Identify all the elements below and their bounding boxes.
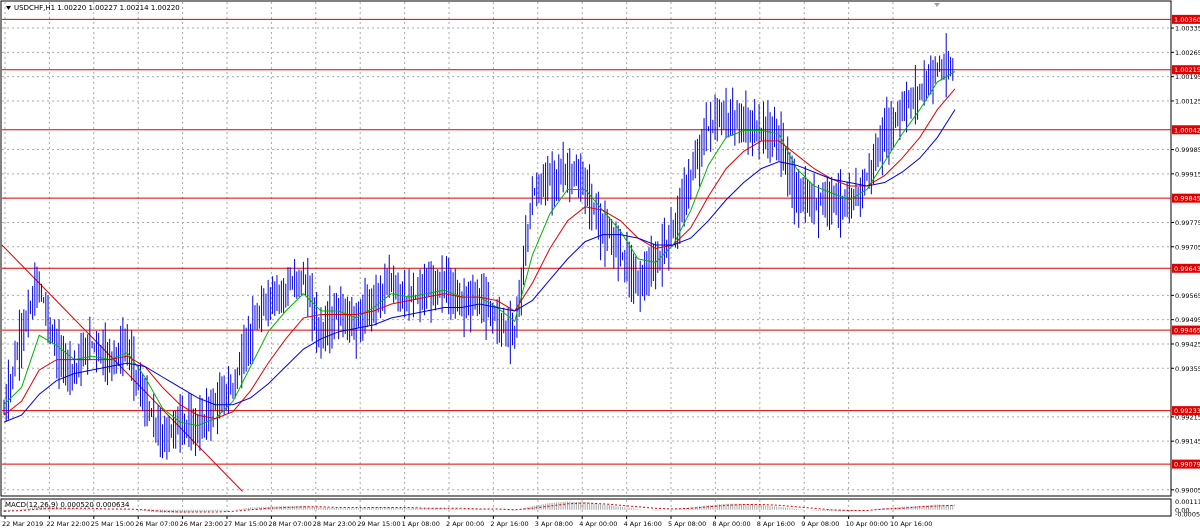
y-tick-label: 0.99355 [1175, 365, 1200, 373]
macd-label: MACD(12,26,9) 0.000520 0.000634 [5, 501, 130, 509]
y-tick-label: 0.99915 [1175, 170, 1200, 178]
y-tick-label: 0.99495 [1175, 316, 1200, 324]
x-tick-label: 10 Apr 16:00 [890, 520, 932, 528]
x-tick-label: 26 Mar 23:00 [180, 520, 223, 528]
level-label: 0.99845 [1174, 195, 1200, 203]
level-label: 1.00360 [1174, 16, 1200, 24]
x-tick-label: 8 Apr 16:00 [757, 520, 795, 528]
y-tick-label: 0.99215 [1175, 413, 1200, 421]
x-tick-label: 25 Mar 15:00 [91, 520, 134, 528]
level-label: 0.99079 [1174, 461, 1200, 469]
x-tick-label: 3 Apr 08:00 [535, 520, 573, 528]
y-tick-label: 1.00265 [1175, 49, 1200, 57]
x-tick-label: 2 Apr 16:00 [490, 520, 528, 528]
y-tick-label: 1.00195 [1175, 73, 1200, 81]
macd-tick-label: -0.00059 [1175, 511, 1200, 519]
trading-chart[interactable]: 1.003601.002151.000420.998450.996430.994… [0, 0, 1200, 531]
level-label: 1.00042 [1174, 126, 1200, 134]
x-tick-label: 27 Mar 15:00 [224, 520, 267, 528]
macd-tick-label: 0.001114 [1175, 498, 1200, 506]
x-tick-label: 9 Apr 08:00 [801, 520, 839, 528]
symbol-info: USDCHF,H1 1.00220 1.00227 1.00214 1.0022… [14, 4, 180, 12]
x-tick-label: 2 Apr 00:00 [446, 520, 484, 528]
y-tick-label: 1.00125 [1175, 97, 1200, 105]
x-tick-label: 8 Apr 00:00 [712, 520, 750, 528]
y-tick-label: 0.99985 [1175, 146, 1200, 154]
level-label: 0.99465 [1174, 327, 1200, 335]
y-tick-label: 0.99425 [1175, 340, 1200, 348]
x-tick-label: 5 Apr 08:00 [668, 520, 706, 528]
x-tick-label: 1 Apr 08:00 [402, 520, 440, 528]
x-tick-label: 28 Mar 23:00 [313, 520, 356, 528]
y-tick-label: 1.00335 [1175, 25, 1200, 33]
level-label: 0.99643 [1174, 265, 1200, 273]
x-tick-label: 26 Mar 07:00 [135, 520, 178, 528]
y-tick-label: 0.99565 [1175, 292, 1200, 300]
x-tick-label: 10 Apr 00:00 [846, 520, 888, 528]
x-tick-label: 4 Apr 00:00 [579, 520, 617, 528]
x-tick-label: 22 Mar 22:00 [46, 520, 89, 528]
y-tick-label: 0.99005 [1175, 486, 1200, 494]
y-tick-label: 0.99145 [1175, 438, 1200, 446]
x-tick-label: 28 Mar 07:00 [268, 520, 311, 528]
y-tick-label: 0.99705 [1175, 243, 1200, 251]
x-tick-label: 29 Mar 15:00 [357, 520, 400, 528]
y-tick-label: 0.99775 [1175, 219, 1200, 227]
x-tick-label: 4 Apr 16:00 [624, 520, 662, 528]
x-tick-label: 22 Mar 2019 [2, 520, 43, 528]
